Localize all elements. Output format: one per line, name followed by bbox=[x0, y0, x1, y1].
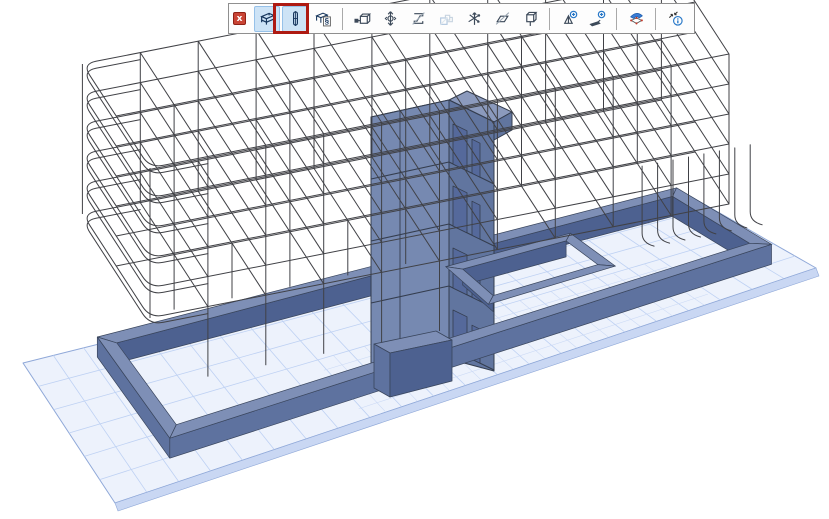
element-information-button[interactable] bbox=[662, 6, 688, 32]
bench-doc-icon: § bbox=[315, 10, 332, 27]
linked-copy-icon bbox=[438, 10, 455, 27]
show-columns-button[interactable] bbox=[282, 6, 308, 32]
drag-element-button[interactable] bbox=[349, 6, 375, 32]
toolbar-buttons: § bbox=[254, 6, 688, 32]
floating-toolbar: x § bbox=[228, 3, 695, 34]
cone-add-icon bbox=[561, 10, 578, 27]
linked-copy-button bbox=[433, 6, 459, 32]
skew-icon bbox=[494, 10, 511, 27]
add-marker-button[interactable] bbox=[584, 6, 610, 32]
application-window: x § bbox=[0, 0, 829, 519]
toolbar-close-button[interactable]: x bbox=[233, 12, 246, 25]
toolbar-separator bbox=[342, 8, 343, 30]
offset-element-button[interactable] bbox=[517, 6, 543, 32]
structure-standard-button[interactable]: § bbox=[310, 6, 336, 32]
viewport-3d[interactable] bbox=[0, 0, 829, 519]
show-structure-button[interactable] bbox=[254, 6, 280, 32]
cutaway-3d-icon bbox=[628, 10, 645, 27]
profile-icon bbox=[410, 10, 427, 27]
bench-icon bbox=[259, 10, 276, 27]
skew-element-button[interactable] bbox=[489, 6, 515, 32]
add-cutting-plane-button[interactable] bbox=[556, 6, 582, 32]
toolbar-separator bbox=[549, 8, 550, 30]
drag-box-icon bbox=[354, 10, 371, 27]
element-info-icon bbox=[667, 10, 684, 27]
column-icon bbox=[287, 10, 304, 27]
cube-pin-icon bbox=[522, 10, 539, 27]
toolbar-separator bbox=[655, 8, 656, 30]
elevate-icon bbox=[382, 10, 399, 27]
edit-profile-button[interactable] bbox=[405, 6, 431, 32]
3d-cutaway-button[interactable] bbox=[623, 6, 649, 32]
marker-add-icon bbox=[589, 10, 606, 27]
elevate-element-button[interactable] bbox=[377, 6, 403, 32]
multiply-element-button[interactable] bbox=[461, 6, 487, 32]
toolbar-separator bbox=[616, 8, 617, 30]
multiply-icon bbox=[466, 10, 483, 27]
svg-text:§: § bbox=[324, 17, 329, 26]
